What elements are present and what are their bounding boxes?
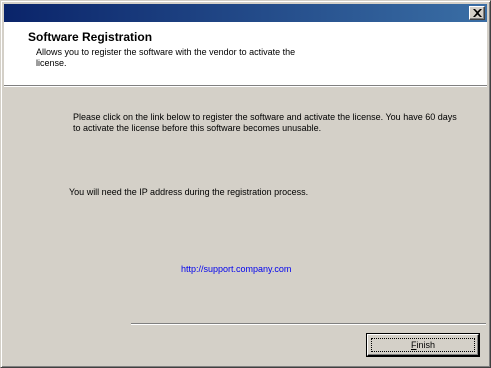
page-subtitle: Allows you to register the software with… <box>36 47 296 68</box>
page-title: Software Registration <box>28 30 153 44</box>
finish-button[interactable]: Finish <box>367 334 479 356</box>
registration-dialog: Software Registration Allows you to regi… <box>0 0 491 368</box>
focus-rectangle: Finish <box>371 338 475 352</box>
header-panel: Software Registration Allows you to regi… <box>4 22 487 85</box>
ip-address-note: You will need the IP address during the … <box>69 187 309 197</box>
support-link[interactable]: http://support.company.com <box>181 264 291 274</box>
finish-button-label: Finish <box>410 340 435 350</box>
header-divider <box>4 85 487 87</box>
close-button[interactable] <box>469 6 485 20</box>
close-icon <box>473 9 482 17</box>
title-bar <box>4 4 487 22</box>
footer-divider <box>131 323 486 325</box>
registration-instruction: Please click on the link below to regist… <box>73 112 457 133</box>
